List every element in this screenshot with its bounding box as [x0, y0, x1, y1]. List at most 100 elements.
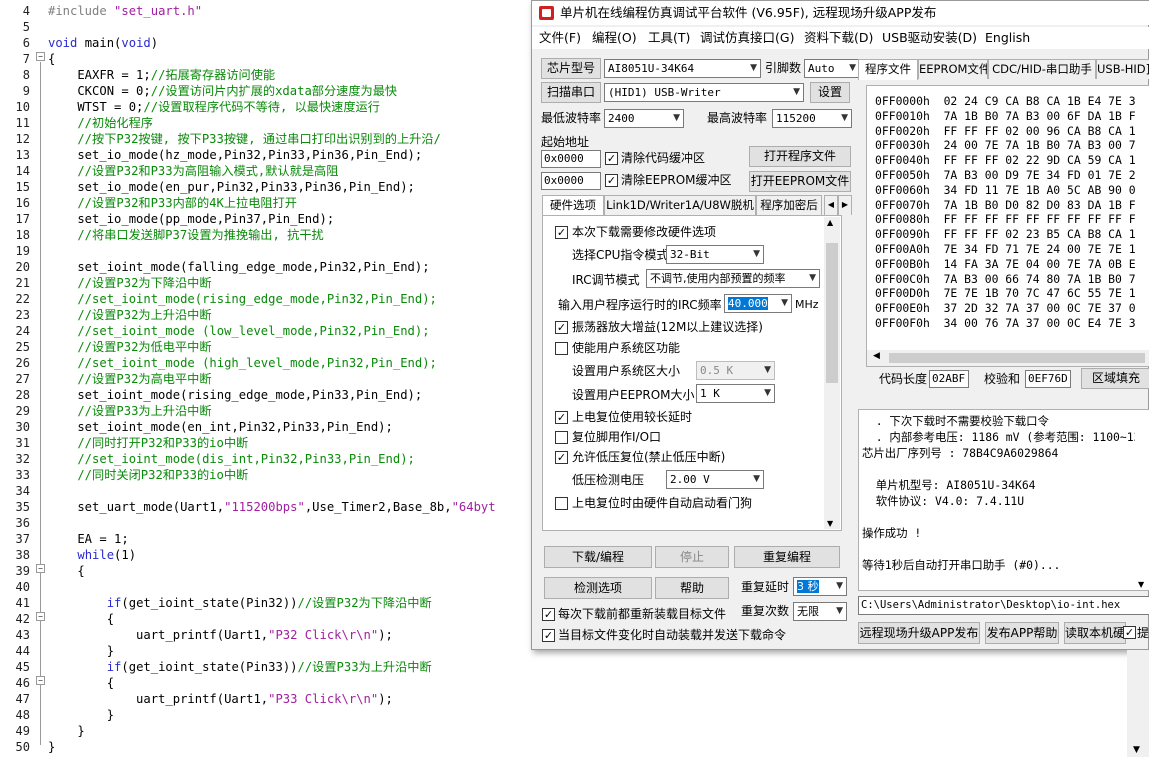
fold-marker-icon[interactable]: −	[36, 612, 45, 621]
editor-scrollbar[interactable]: ▼	[1127, 650, 1149, 757]
code-token: //将串口发送脚P37设置为推挽输出, 抗干扰	[48, 228, 324, 242]
hex-row: 0FF0020h FF FF FF 02 00 96 CA B8 CA 1	[875, 124, 1136, 139]
pin-count-select[interactable]: Auto ▼	[804, 59, 860, 78]
modify-hw-checkbox[interactable]: ✓	[555, 226, 568, 239]
remote-upgrade-button[interactable]: 远程现场升级APP发布	[858, 622, 980, 644]
menu-bar: 文件(F) 编程(O) 工具(T) 调试仿真接口(G) 资料下载(D) USB驱…	[532, 27, 1149, 49]
check-options-button[interactable]: 检测选项	[544, 577, 652, 599]
clear-eeprom-checkbox[interactable]: ✓	[605, 174, 618, 187]
reset-pin-checkbox[interactable]	[555, 431, 568, 444]
osc-gain-checkbox[interactable]: ✓	[555, 321, 568, 334]
irc-mode-label: IRC调节模式	[572, 273, 640, 287]
code-token: //设置P32为下降沿中断	[48, 276, 212, 290]
cpu-mode-select[interactable]: 32-Bit ▼	[666, 245, 764, 264]
tab-encrypt[interactable]: 程序加密后	[756, 195, 822, 215]
auto-load-checkbox[interactable]: ✓	[542, 629, 555, 642]
stop-button[interactable]: 停止	[655, 546, 729, 568]
publish-help-button[interactable]: 发布APP帮助	[985, 622, 1059, 644]
code-line: set_ioint_mode(falling_edge_mode,Pin32,P…	[48, 259, 429, 275]
repeat-delay-select[interactable]: 3 秒 ▼	[793, 577, 847, 596]
fold-marker-icon[interactable]: −	[36, 564, 45, 573]
user-sys-checkbox[interactable]	[555, 342, 568, 355]
chip-model-button[interactable]: 芯片型号	[541, 58, 601, 79]
fill-region-button[interactable]: 区域填充	[1081, 368, 1149, 389]
code-line: {	[48, 611, 114, 627]
window-titlebar[interactable]: 单片机在线编程仿真调试平台软件 (V6.95F), 远程现场升级APP发布	[532, 1, 1149, 25]
chip-model-select[interactable]: AI8051U-34K64 ▼	[604, 59, 761, 78]
read-hardware-button[interactable]: 读取本机硬	[1064, 622, 1126, 644]
lvr-checkbox[interactable]: ✓	[555, 451, 568, 464]
max-baud-select[interactable]: 115200 ▼	[772, 109, 852, 128]
irc-mode-select[interactable]: 不调节,使用内部预置的频率 ▼	[646, 269, 820, 288]
chevron-down-icon: ▼	[673, 113, 680, 123]
scroll-down-icon[interactable]: ▼	[1138, 580, 1144, 589]
menu-english[interactable]: English	[985, 27, 1030, 49]
scroll-up-icon[interactable]: ▲	[827, 218, 833, 227]
code-token: //设置P33为上升沿中断	[297, 660, 432, 674]
hex-address: 0FF00C0h	[875, 271, 944, 286]
tab-serial-assistant[interactable]: CDC/HID-串口助手	[988, 59, 1096, 79]
line-number: 45	[15, 660, 30, 674]
menu-download[interactable]: 资料下载(D)	[804, 27, 873, 49]
tab-eeprom-file[interactable]: EEPROM文件	[918, 59, 988, 79]
hex-hscrollbar[interactable]: ◀	[867, 350, 1149, 366]
code-token: "115200bps"	[224, 500, 305, 514]
settings-button[interactable]: 设置	[810, 82, 850, 103]
options-scrollbar[interactable]: ▲ ▼	[824, 217, 840, 529]
clear-code-checkbox[interactable]: ✓	[605, 152, 618, 165]
menu-file[interactable]: 文件(F)	[539, 27, 581, 49]
repeat-count-select[interactable]: 无限 ▼	[793, 602, 847, 621]
scroll-left-icon[interactable]: ◀	[873, 351, 880, 361]
scrollbar-thumb[interactable]	[826, 243, 838, 383]
menu-usb-driver[interactable]: USB驱动安装(D)	[882, 27, 977, 49]
start-address-input[interactable]: 0x0000	[541, 150, 601, 168]
tab-scroll-right-icon[interactable]: ▶	[838, 195, 852, 215]
code-token: //设置P32和P33内部的4K上拉电阻打开	[48, 196, 297, 210]
tab-offline[interactable]: Link1D/Writer1A/U8W脱机	[604, 195, 756, 215]
checksum-value: 0EF76D	[1025, 370, 1071, 388]
code-line: //设置P32为低电平中断	[48, 339, 211, 355]
hint-checkbox[interactable]: ✓	[1123, 626, 1136, 639]
help-button[interactable]: 帮助	[655, 577, 729, 599]
sys-size-select[interactable]: 0.5 K ▼	[696, 361, 775, 380]
tab-program-file[interactable]: 程序文件	[858, 59, 918, 80]
line-number: 33	[15, 468, 30, 482]
hex-row: 0FF0030h 24 00 7E 7A 1B B0 7A B3 00 7	[875, 138, 1136, 153]
eeprom-size-select[interactable]: 1 K ▼	[696, 384, 775, 403]
line-number: 38	[15, 548, 30, 562]
code-token: //初始化程序	[48, 116, 153, 130]
lv-detect-select[interactable]: 2.00 V ▼	[666, 470, 764, 489]
log-scrollbar[interactable]: ▼	[1135, 410, 1149, 590]
scan-port-button[interactable]: 扫描串口	[541, 82, 601, 103]
hex-row: 0FF0050h 7A B3 00 D9 7E 34 FD 01 7E 2	[875, 168, 1136, 183]
scrollbar-thumb[interactable]	[889, 353, 1145, 363]
eeprom-address-input[interactable]: 0x0000	[541, 172, 601, 190]
menu-debug[interactable]: 调试仿真接口(G)	[700, 27, 794, 49]
open-program-button[interactable]: 打开程序文件	[749, 146, 851, 167]
tab-scroll-left-icon[interactable]: ◀	[824, 195, 838, 215]
tab-hardware[interactable]: 硬件选项	[542, 195, 604, 216]
reload-checkbox[interactable]: ✓	[542, 608, 555, 621]
file-path-input[interactable]: C:\Users\Administrator\Desktop\io-int.he…	[858, 596, 1149, 615]
tab-usb-hid[interactable]: USB-HID]	[1096, 59, 1149, 79]
output-log[interactable]: . 下次下载时不需要校验下载口令 . 内部参考电压: 1186 mV (参考范围…	[858, 409, 1149, 591]
hex-row: 0FF0080h FF FF FF FF FF FF FF FF FF F	[875, 212, 1136, 227]
port-select[interactable]: (HID1) USB-Writer ▼	[604, 83, 804, 102]
fold-marker-icon[interactable]: −	[36, 676, 45, 685]
reprogram-button[interactable]: 重复编程	[734, 546, 840, 568]
scroll-down-icon[interactable]: ▼	[1133, 745, 1140, 755]
hex-view[interactable]: 0FF0000h 02 24 C9 CA B8 CA 1B E4 7E 3 0FF…	[866, 85, 1149, 367]
menu-tools[interactable]: 工具(T)	[648, 27, 690, 49]
min-baud-select[interactable]: 2400 ▼	[604, 109, 684, 128]
scroll-down-icon[interactable]: ▼	[827, 519, 833, 528]
irc-freq-input[interactable]: 40.000 ▼	[724, 294, 792, 313]
line-number: 16	[15, 196, 30, 210]
long-delay-checkbox[interactable]: ✓	[555, 411, 568, 424]
fold-marker-icon[interactable]: −	[36, 52, 45, 61]
open-eeprom-button[interactable]: 打开EEPROM文件	[749, 171, 851, 192]
menu-program[interactable]: 编程(O)	[592, 27, 637, 49]
reload-label: 每次下载前都重新装载目标文件	[558, 607, 727, 621]
watchdog-checkbox[interactable]	[555, 497, 568, 510]
download-button[interactable]: 下载/编程	[544, 546, 652, 568]
